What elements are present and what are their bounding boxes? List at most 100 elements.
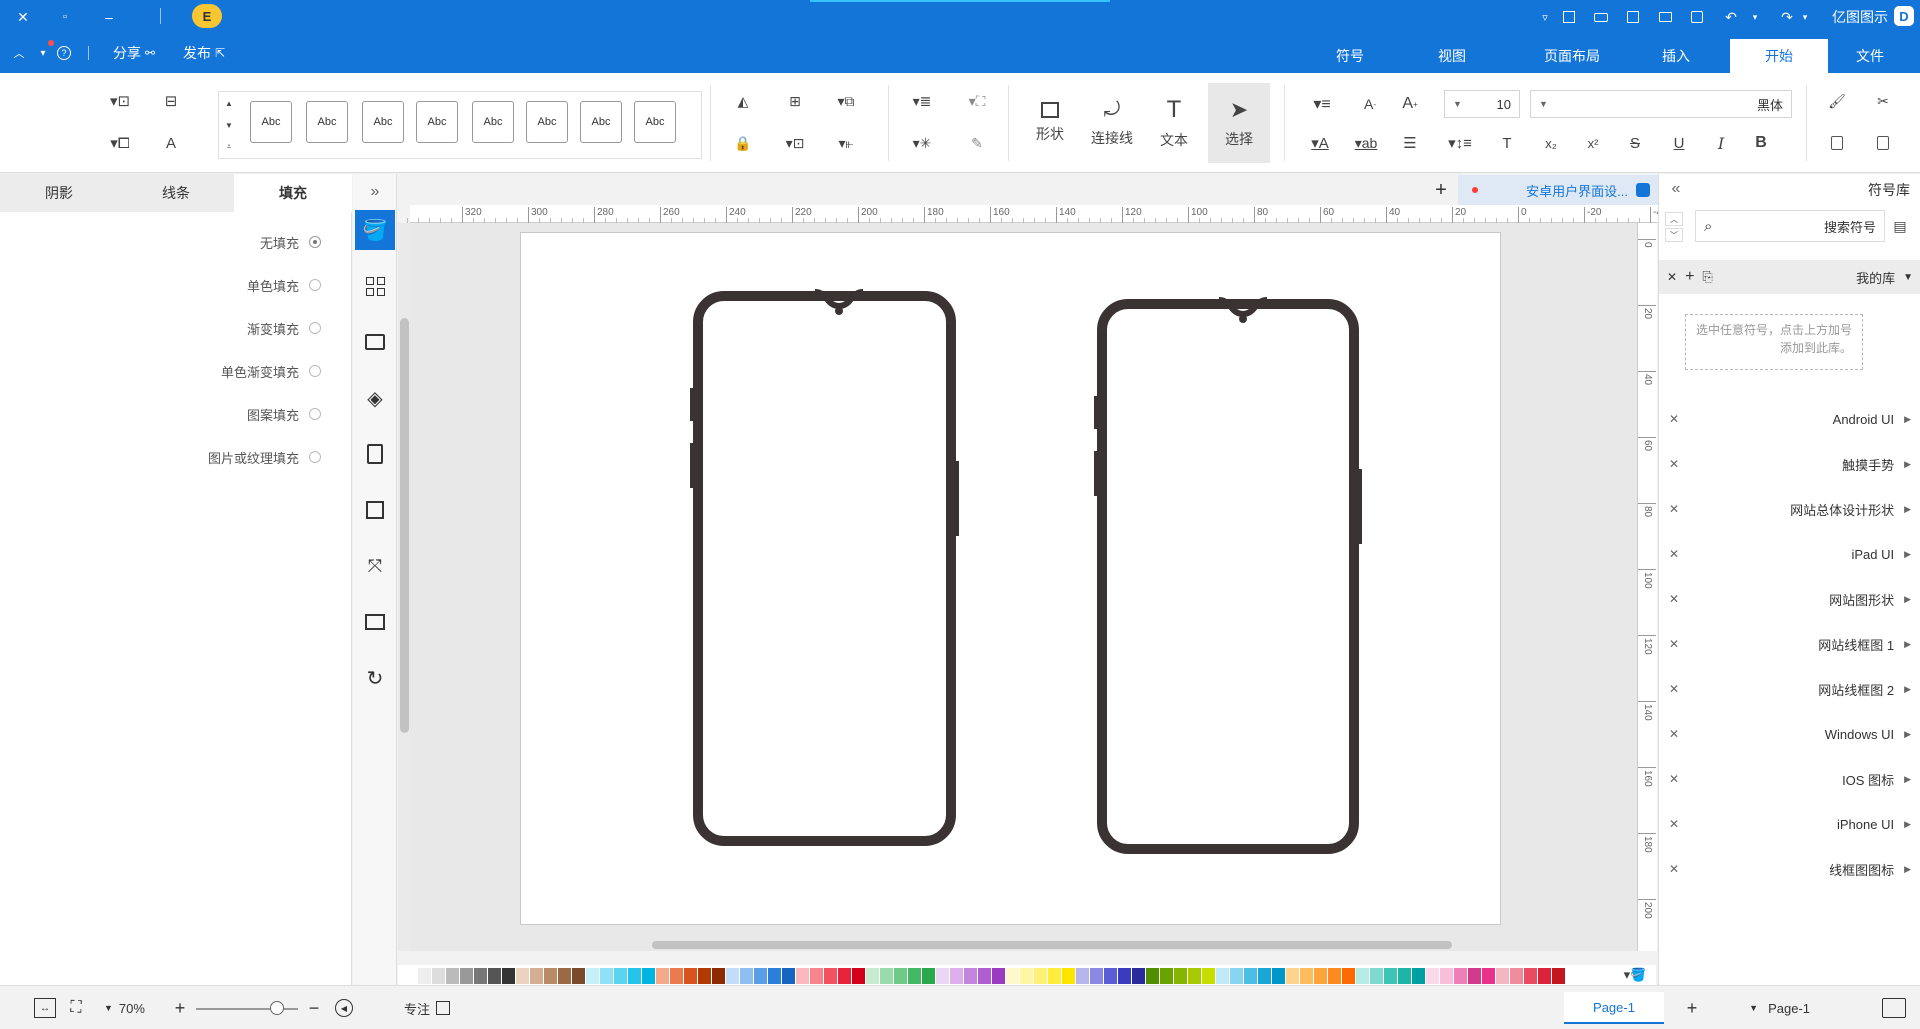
color-swatch[interactable] (1132, 968, 1145, 984)
gallery-more-icon[interactable]: ⩡ (222, 139, 236, 155)
underline-icon[interactable]: U (1666, 129, 1692, 157)
effects-icon[interactable]: ▾✳ (902, 129, 942, 157)
color-swatch[interactable] (768, 968, 781, 984)
minimize-icon[interactable]: ‒ (98, 6, 120, 28)
color-swatch[interactable] (1230, 968, 1243, 984)
scroll-down-icon[interactable]: ﹀ (1665, 228, 1683, 242)
library-item[interactable]: ✕ 网站线框图 2 ▶ (1659, 674, 1920, 704)
color-swatch[interactable] (1510, 968, 1523, 984)
history-icon[interactable]: ↻ (355, 658, 395, 698)
phone-mockup-right[interactable] (1094, 297, 1362, 854)
color-swatch[interactable] (1454, 968, 1467, 984)
color-swatch[interactable] (866, 968, 879, 984)
user-avatar[interactable]: E (192, 4, 222, 28)
color-swatch[interactable] (1104, 968, 1117, 984)
add-icon[interactable]: + (1685, 268, 1694, 286)
color-swatch[interactable] (1384, 968, 1397, 984)
new-icon[interactable] (1686, 6, 1708, 28)
radio[interactable] (309, 408, 321, 420)
connector-tool-button[interactable]: ⤾ 连接线 (1082, 83, 1142, 163)
collapse-panel-icon[interactable]: « (1665, 178, 1687, 200)
style-sample[interactable]: Abc (250, 101, 292, 143)
restore-icon[interactable]: ▫ (54, 6, 76, 28)
library-item[interactable]: ✕ 网站线框图 1 ▶ (1659, 629, 1920, 659)
line-style-icon[interactable]: ▾≣ (902, 87, 942, 115)
tab-insert[interactable]: 插入 (1636, 39, 1716, 73)
text-highlight-icon[interactable]: ▾ab (1346, 129, 1386, 157)
color-swatch[interactable] (740, 968, 753, 984)
theme-font-icon[interactable]: A (156, 129, 186, 157)
tab-home[interactable]: 开始 (1730, 39, 1828, 73)
zoom-out-icon[interactable]: − (304, 996, 324, 1020)
color-swatch[interactable] (796, 968, 809, 984)
color-swatch[interactable] (712, 968, 725, 984)
color-swatch[interactable] (1286, 968, 1299, 984)
color-swatch[interactable] (1258, 968, 1271, 984)
color-swatch[interactable] (670, 968, 683, 984)
style-sample[interactable]: Abc (526, 101, 568, 143)
fill-bucket-icon[interactable]: ▾🪣 (1620, 966, 1650, 984)
remove-library-icon[interactable]: ✕ (1669, 502, 1679, 516)
color-swatch[interactable] (1188, 968, 1201, 984)
lock-icon[interactable]: 🔒 (726, 129, 760, 157)
color-swatch[interactable] (1482, 968, 1495, 984)
print-icon[interactable] (1590, 6, 1612, 28)
color-swatch[interactable] (418, 968, 431, 984)
color-swatch[interactable] (1412, 968, 1425, 984)
color-swatch[interactable] (1440, 968, 1453, 984)
share-button[interactable]: 分享 ⚯ (106, 42, 162, 64)
color-swatch[interactable] (530, 968, 543, 984)
remove-library-icon[interactable]: ✕ (1669, 682, 1679, 696)
save-icon[interactable] (1622, 6, 1644, 28)
zoom-slider-thumb[interactable] (270, 1001, 284, 1015)
color-swatch[interactable] (1244, 968, 1257, 984)
font-size-select[interactable]: ▼ 10 (1444, 90, 1520, 118)
color-swatch[interactable] (1062, 968, 1075, 984)
drawing-page[interactable] (520, 232, 1501, 925)
color-swatch[interactable] (656, 968, 669, 984)
undo-dropdown-icon[interactable]: ▾ (1748, 6, 1762, 28)
tab-page-layout[interactable]: 页面布局 (1522, 39, 1622, 73)
color-swatch[interactable] (782, 968, 795, 984)
tab-shadow[interactable]: 阴影 (0, 174, 118, 212)
size-icon[interactable]: ▾⊡ (100, 87, 140, 115)
paste-icon[interactable] (1822, 129, 1852, 157)
page-tab[interactable]: Page-1 (1564, 992, 1664, 1024)
color-swatch[interactable] (572, 968, 585, 984)
layout-icon[interactable]: ▾⧠ (100, 129, 140, 157)
align-icon[interactable]: ▾⫦ (826, 129, 866, 157)
scroll-up-icon[interactable]: ︿ (1665, 212, 1683, 226)
color-swatch[interactable] (1020, 968, 1033, 984)
color-swatch[interactable] (964, 968, 977, 984)
color-swatch[interactable] (1048, 968, 1061, 984)
library-item[interactable]: ✕ 网站总体设计形状 ▶ (1659, 494, 1920, 524)
bold-icon[interactable]: B (1748, 129, 1774, 157)
help-icon[interactable]: ? (54, 42, 74, 64)
search-box[interactable]: ⌕ 搜索符号 (1695, 210, 1885, 242)
color-swatch[interactable] (698, 968, 711, 984)
color-swatch[interactable] (1328, 968, 1341, 984)
color-swatch[interactable] (754, 968, 767, 984)
style-sample[interactable]: Abc (362, 101, 404, 143)
fit-icon[interactable]: ⤧ (355, 546, 395, 586)
tab-symbol[interactable]: 符号 (1310, 39, 1390, 73)
font-color-icon[interactable]: ▾A (1300, 129, 1340, 157)
color-swatch[interactable] (1468, 968, 1481, 984)
font-name-select[interactable]: ▼ 黑体 (1530, 90, 1792, 118)
remove-library-icon[interactable]: ✕ (1669, 592, 1679, 606)
open-icon[interactable] (1654, 6, 1676, 28)
color-swatch[interactable] (558, 968, 571, 984)
my-library-header[interactable]: ✕ + ⎘ 我的库 ▼ (1659, 260, 1920, 294)
color-swatch[interactable] (894, 968, 907, 984)
style-sample[interactable]: Abc (634, 101, 676, 143)
color-swatch[interactable] (1342, 968, 1355, 984)
color-swatch[interactable] (950, 968, 963, 984)
redo-dropdown-icon[interactable]: ▾ (1798, 6, 1812, 28)
increase-font-icon[interactable]: A + (1396, 90, 1424, 118)
library-item[interactable]: ✕ 触摸手势 ▶ (1659, 449, 1920, 479)
color-swatch[interactable] (502, 968, 515, 984)
gallery-up-icon[interactable]: ▲ (222, 95, 236, 111)
phone-mockup-left[interactable] (690, 289, 959, 846)
superscript-icon[interactable]: x² (1580, 129, 1606, 157)
remove-library-icon[interactable]: ✕ (1669, 547, 1679, 561)
